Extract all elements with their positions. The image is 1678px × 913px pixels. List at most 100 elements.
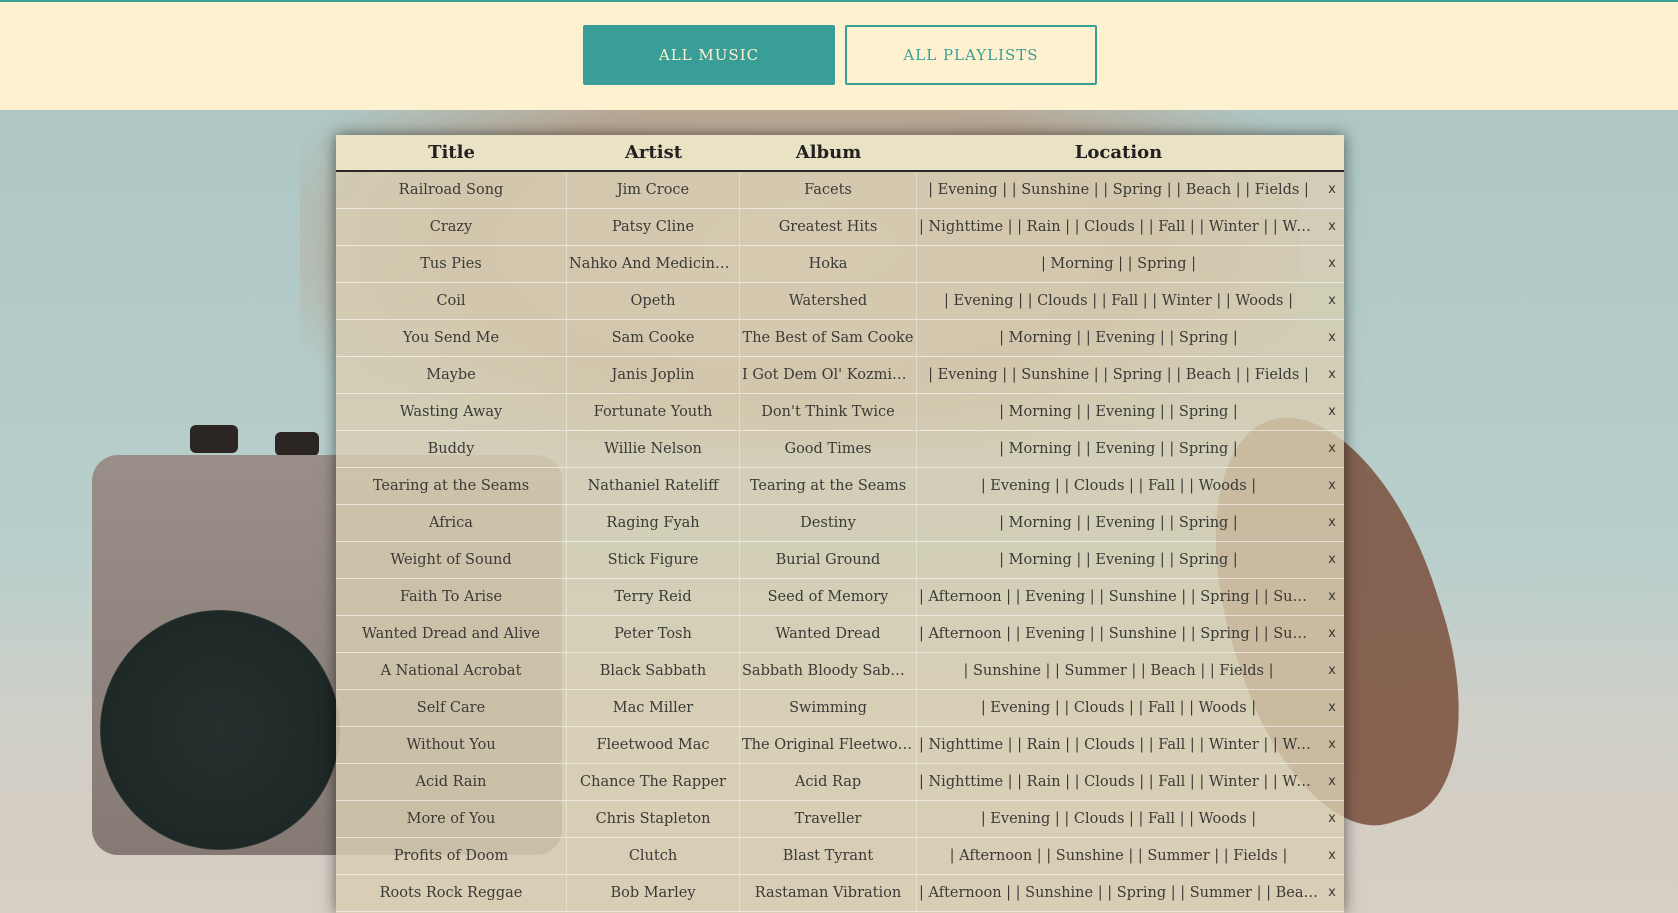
album-cell: Greatest Hits (740, 209, 917, 245)
album-cell: Don't Think Twice (740, 394, 917, 430)
song-title-cell: Crazy (336, 209, 567, 245)
delete-song-button[interactable]: x (1320, 209, 1344, 245)
delete-song-button[interactable]: x (1320, 505, 1344, 541)
location-cell: | Afternoon | | Evening | | Sunshine | |… (919, 626, 1320, 642)
artist-cell: Nahko And Medicine Fo... (567, 246, 740, 282)
artist-cell: Peter Tosh (567, 616, 740, 652)
album-cell: Wanted Dread (740, 616, 917, 652)
delete-song-button[interactable]: x (1320, 801, 1344, 837)
delete-song-button[interactable]: x (1320, 357, 1344, 393)
song-title-cell: Buddy (336, 431, 567, 467)
table-row[interactable]: Without You Fleetwood Mac The Original Fle… (336, 727, 1344, 764)
artist-cell: Nathaniel Rateliff (567, 468, 740, 504)
album-cell: Hoka (740, 246, 917, 282)
song-title-cell: A National Acrobat (336, 653, 567, 689)
table-row[interactable]: Maybe Janis Joplin I Got Dem Ol' Kozmic B.… (336, 357, 1344, 394)
song-title-cell: Self Care (336, 690, 567, 726)
all-music-button[interactable]: All Music (583, 25, 835, 85)
location-cell: | Evening | | Clouds | | Fall | | Woods … (980, 478, 1257, 494)
song-title-cell: More of You (336, 801, 567, 837)
delete-song-button[interactable]: x (1320, 172, 1344, 208)
header-title[interactable]: Title (336, 142, 567, 163)
artist-cell: Raging Fyah (567, 505, 740, 541)
song-title-cell: Tus Pies (336, 246, 567, 282)
delete-song-button[interactable]: x (1320, 875, 1344, 911)
table-row[interactable]: Acid Rain Chance The Rapper Acid Rap | Nigh… (336, 764, 1344, 801)
location-cell: | Evening | | Sunshine | | Spring | | Be… (928, 367, 1309, 383)
artist-cell: Clutch (567, 838, 740, 874)
album-cell: The Best of Sam Cooke (740, 320, 917, 356)
album-cell: Seed of Memory (740, 579, 917, 615)
table-row[interactable]: A National Acrobat Black Sabbath Sabbath B… (336, 653, 1344, 690)
artist-cell: Black Sabbath (567, 653, 740, 689)
delete-song-button[interactable]: x (1320, 690, 1344, 726)
delete-song-button[interactable]: x (1320, 764, 1344, 800)
delete-song-button[interactable]: x (1320, 579, 1344, 615)
artist-cell: Mac Miller (567, 690, 740, 726)
album-cell: Blast Tyrant (740, 838, 917, 874)
all-playlists-button[interactable]: All Playlists (845, 25, 1097, 85)
song-title-cell: Maybe (336, 357, 567, 393)
table-row[interactable]: Crazy Patsy Cline Greatest Hits | Nighttime… (336, 209, 1344, 246)
song-title-cell: Roots Rock Reggae (336, 875, 567, 911)
artist-cell: Stick Figure (567, 542, 740, 578)
header-bar: All Music All Playlists (0, 2, 1678, 110)
table-row[interactable]: Roots Rock Reggae Bob Marley Rastaman Vibr… (336, 875, 1344, 912)
album-cell: Burial Ground (740, 542, 917, 578)
song-title-cell: Africa (336, 505, 567, 541)
delete-song-button[interactable]: x (1320, 431, 1344, 467)
song-title-cell: Acid Rain (336, 764, 567, 800)
table-row[interactable]: Weight of Sound Stick Figure Burial Ground… (336, 542, 1344, 579)
delete-song-button[interactable]: x (1320, 320, 1344, 356)
location-cell: | Afternoon | | Sunshine | | Spring | | … (919, 885, 1320, 901)
delete-song-button[interactable]: x (1320, 727, 1344, 763)
table-row[interactable]: Self Care Mac Miller Swimming | Evening | |… (336, 690, 1344, 727)
table-row[interactable]: Africa Raging Fyah Destiny | Morning | | Ev… (336, 505, 1344, 542)
song-title-cell: Wanted Dread and Alive (336, 616, 567, 652)
location-cell: | Evening | | Clouds | | Fall | | Woods … (980, 700, 1257, 716)
table-row[interactable]: Tearing at the Seams Nathaniel Rateliff Te… (336, 468, 1344, 505)
location-cell: | Nighttime | | Rain | | Clouds | | Fall… (919, 774, 1320, 790)
delete-song-button[interactable]: x (1320, 394, 1344, 430)
table-row[interactable]: Profits of Doom Clutch Blast Tyrant | After… (336, 838, 1344, 875)
song-title-cell: Profits of Doom (336, 838, 567, 874)
delete-song-button[interactable]: x (1320, 616, 1344, 652)
table-row[interactable]: Faith To Arise Terry Reid Seed of Memory | … (336, 579, 1344, 616)
delete-song-button[interactable]: x (1320, 542, 1344, 578)
location-cell: | Afternoon | | Evening | | Sunshine | |… (919, 589, 1320, 605)
delete-song-button[interactable]: x (1320, 838, 1344, 874)
song-title-cell: Coil (336, 283, 567, 319)
table-header-row: Title Artist Album Location (336, 135, 1344, 172)
artist-cell: Chance The Rapper (567, 764, 740, 800)
artist-cell: Jim Croce (567, 172, 740, 208)
table-row[interactable]: Railroad Song Jim Croce Facets | Evening | … (336, 172, 1344, 209)
location-cell: | Morning | | Evening | | Spring | (999, 404, 1238, 420)
table-row[interactable]: Wanted Dread and Alive Peter Tosh Wanted D… (336, 616, 1344, 653)
delete-song-button[interactable]: x (1320, 246, 1344, 282)
table-row[interactable]: You Send Me Sam Cooke The Best of Sam Cook… (336, 320, 1344, 357)
header-location[interactable]: Location (917, 142, 1320, 163)
location-cell: | Evening | | Sunshine | | Spring | | Be… (928, 182, 1309, 198)
table-body: Railroad Song Jim Croce Facets | Evening | … (336, 172, 1344, 912)
song-title-cell: Faith To Arise (336, 579, 567, 615)
table-row[interactable]: Tus PiesNahko And Medicine Fo...Hoka | Mo… (336, 246, 1344, 283)
artist-cell: Janis Joplin (567, 357, 740, 393)
location-cell: | Morning | | Spring | (1040, 256, 1197, 272)
music-table: Title Artist Album Location Railroad Son… (336, 135, 1344, 913)
album-cell: I Got Dem Ol' Kozmic B... (740, 357, 917, 393)
delete-song-button[interactable]: x (1320, 283, 1344, 319)
table-row[interactable]: Buddy Willie Nelson Good Times | Morning | … (336, 431, 1344, 468)
location-cell: | Morning | | Evening | | Spring | (999, 552, 1238, 568)
location-cell: | Evening | | Clouds | | Fall | | Woods … (980, 811, 1257, 827)
table-row[interactable]: Wasting Away Fortunate Youth Don't Think T… (336, 394, 1344, 431)
location-cell: | Sunshine | | Summer | | Beach | | Fiel… (963, 663, 1274, 679)
delete-song-button[interactable]: x (1320, 468, 1344, 504)
location-cell: | Evening | | Clouds | | Fall | | Winter… (944, 293, 1293, 309)
table-row[interactable]: More of You Chris Stapleton Traveller | Eve… (336, 801, 1344, 838)
table-row[interactable]: Coil Opeth Watershed | Evening | | Clouds |… (336, 283, 1344, 320)
delete-song-button[interactable]: x (1320, 653, 1344, 689)
artist-cell: Sam Cooke (567, 320, 740, 356)
header-album[interactable]: Album (740, 142, 917, 163)
location-cell: | Morning | | Evening | | Spring | (999, 515, 1238, 531)
header-artist[interactable]: Artist (567, 142, 740, 163)
